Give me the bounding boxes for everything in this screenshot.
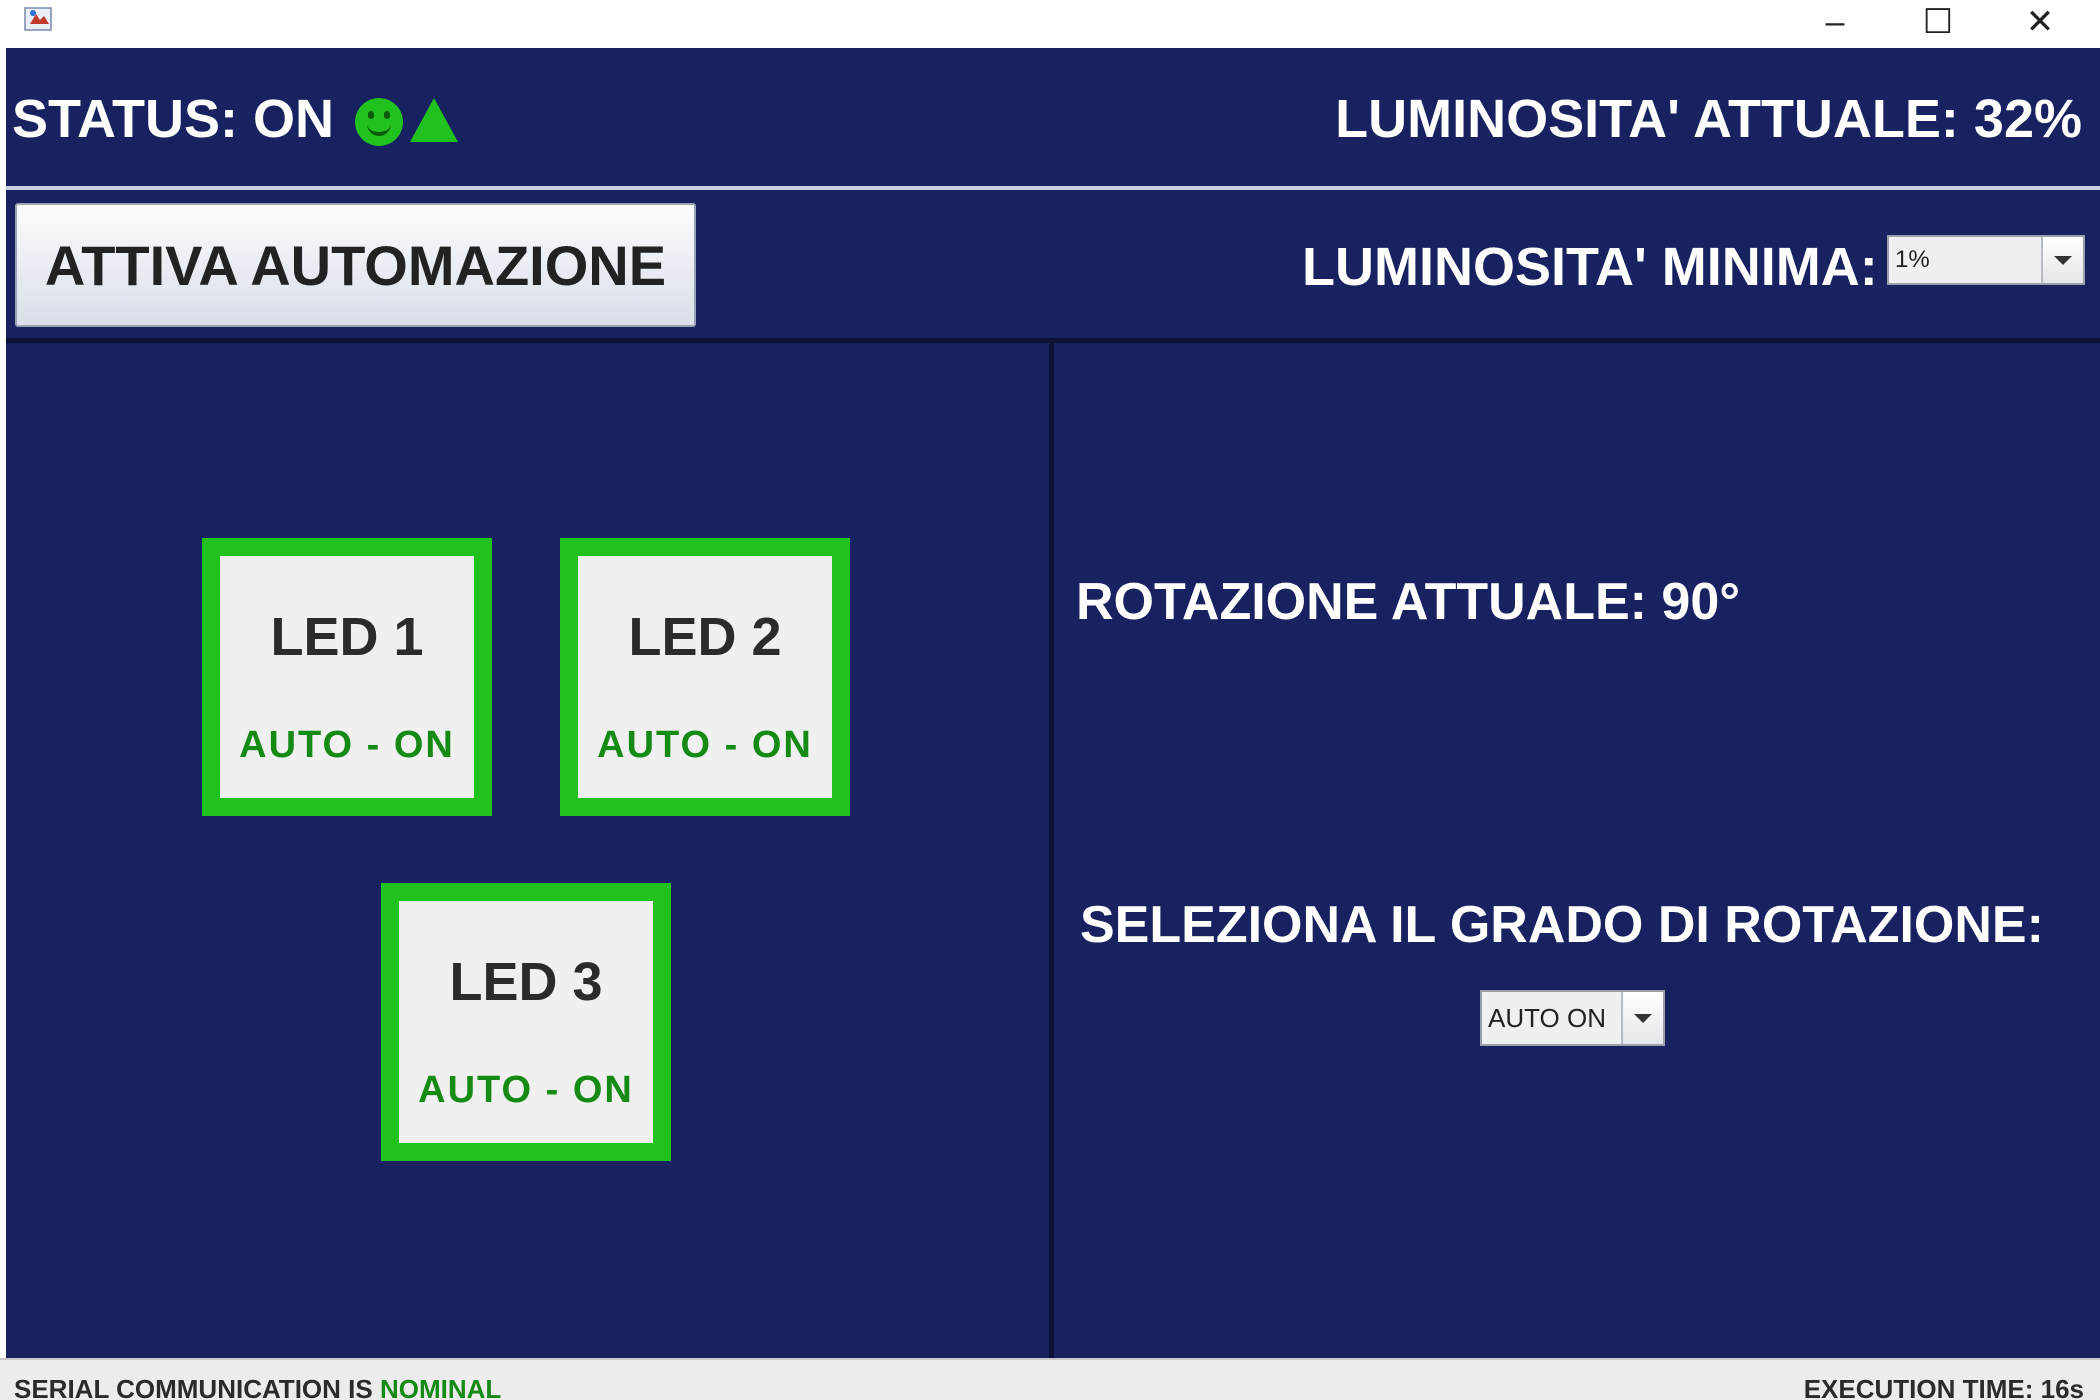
- chevron-down-icon: [2054, 255, 2072, 265]
- led-2-tile[interactable]: LED 2 AUTO - ON: [560, 538, 850, 816]
- header-divider: [6, 186, 2100, 190]
- serial-status-prefix: SERIAL COMMUNICATION IS: [14, 1374, 373, 1400]
- luminosity-min-select[interactable]: 1%: [1887, 235, 2085, 285]
- rotation-current-label: ROTAZIONE ATTUALE: 90°: [1076, 573, 1741, 631]
- rotation-select-label: SELEZIONA IL GRADO DI ROTAZIONE:: [1080, 896, 2044, 954]
- java-app-icon: [24, 7, 52, 31]
- activate-automation-button[interactable]: ATTIVA AUTOMAZIONE: [15, 203, 696, 327]
- chevron-down-icon: [1634, 1013, 1652, 1023]
- triangle-icon: [410, 98, 458, 142]
- luminosity-current-label: LUMINOSITA' ATTUALE: 32%: [1335, 89, 2082, 149]
- dropdown-button[interactable]: [2041, 237, 2083, 283]
- title-bar: – ☐ ✕: [0, 0, 2100, 48]
- led-title: LED 1: [270, 607, 424, 667]
- serial-status-value: NOMINAL: [379, 1374, 502, 1400]
- status-label: STATUS: ON: [12, 89, 334, 149]
- led-state: AUTO - ON: [239, 724, 455, 766]
- rotation-select[interactable]: AUTO ON: [1480, 990, 1665, 1046]
- close-button[interactable]: ✕: [1995, 0, 2085, 44]
- led-state: AUTO - ON: [418, 1069, 634, 1111]
- led-title: LED 3: [449, 952, 603, 1012]
- led-3-tile[interactable]: LED 3 AUTO - ON: [381, 883, 671, 1161]
- luminosity-min-value: 1%: [1895, 246, 1930, 273]
- led-state: AUTO - ON: [597, 724, 813, 766]
- luminosity-min-label: LUMINOSITA' MINIMA:: [1302, 237, 1878, 297]
- maximize-button[interactable]: ☐: [1893, 0, 1983, 44]
- smiley-icon: [355, 98, 403, 146]
- led-1-tile[interactable]: LED 1 AUTO - ON: [202, 538, 492, 816]
- app-window: – ☐ ✕ STATUS: ON LUMINOSITA' ATTUALE: 32…: [0, 0, 2100, 1400]
- execution-time: EXECUTION TIME: 16s: [1803, 1374, 2084, 1400]
- frame-border: [0, 48, 6, 1358]
- rotation-select-value: AUTO ON: [1488, 1002, 1606, 1033]
- dropdown-button[interactable]: [1621, 992, 1663, 1044]
- panel-divider: [1049, 343, 1054, 1358]
- serial-status: SERIAL COMMUNICATION IS NOMINAL: [14, 1374, 501, 1400]
- minimize-button[interactable]: –: [1790, 0, 1880, 44]
- led-title: LED 2: [628, 607, 782, 667]
